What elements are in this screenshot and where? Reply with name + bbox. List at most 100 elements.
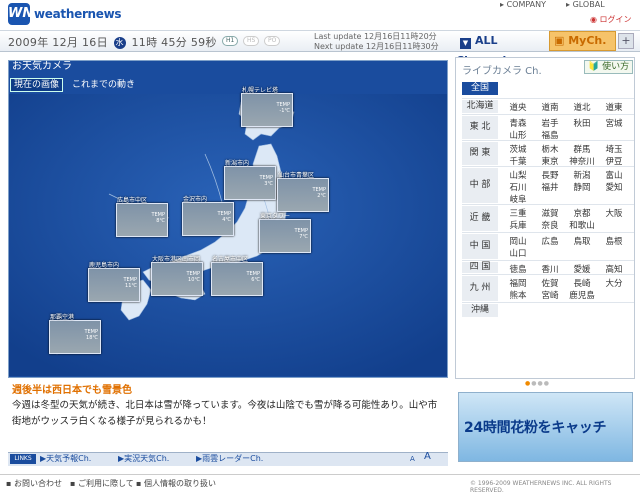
prefecture-link[interactable]: 大阪 xyxy=(600,207,628,219)
camera-temp: TEMP 10℃ xyxy=(186,271,200,283)
po-toggle[interactable]: PO xyxy=(264,36,281,46)
prefecture-link[interactable]: 福岡 xyxy=(504,277,532,289)
camera-thumbnail[interactable]: 新潟市内 TEMP 3℃ xyxy=(224,160,276,200)
prefecture-link[interactable]: 青森 xyxy=(504,117,532,129)
prefecture-link[interactable]: 奈良 xyxy=(536,219,564,231)
region-row: 北海道 道央 道南 道北 道東 xyxy=(462,98,634,113)
prefecture-link[interactable]: 三重 xyxy=(504,207,532,219)
font-large-button[interactable]: A xyxy=(424,451,431,463)
prefecture-link[interactable]: 山梨 xyxy=(504,169,532,181)
howto-button[interactable]: 🔰 使い方 xyxy=(584,60,633,74)
camera-thumbnail[interactable]: 鹿児島市内 TEMP 11℃ xyxy=(88,262,140,302)
camera-label: 広島市中区 xyxy=(117,197,148,204)
weekday-badge: 水 xyxy=(113,37,126,49)
prefecture-link[interactable]: 島根 xyxy=(600,235,628,247)
link-observed[interactable]: ▶実況天気Ch. xyxy=(118,453,169,465)
weathernews-logo[interactable]: WN xyxy=(8,3,33,25)
prefecture-link[interactable]: 道北 xyxy=(568,101,596,113)
prefecture-link[interactable]: 福井 xyxy=(536,181,564,193)
region-name[interactable]: 沖縄 xyxy=(462,304,498,317)
region-name[interactable]: 東 北 xyxy=(462,116,498,139)
prefecture-link[interactable]: 京都 xyxy=(568,207,596,219)
camera-thumbnail[interactable]: 金沢市内 TEMP 4℃ xyxy=(182,196,234,236)
prefecture-link[interactable]: 佐賀 xyxy=(536,277,564,289)
prefecture-link[interactable]: 栃木 xyxy=(536,143,564,155)
ad-text[interactable]: 24時間花粉をキャッチ xyxy=(464,417,606,437)
add-channel-button[interactable]: + xyxy=(618,33,634,49)
prefecture-link[interactable]: 群馬 xyxy=(568,143,596,155)
region-name[interactable]: 四 国 xyxy=(462,262,498,273)
camera-temp: TEMP -1℃ xyxy=(276,102,290,114)
region-name[interactable]: 北海道 xyxy=(462,100,498,113)
h1-toggle[interactable]: H1 xyxy=(222,36,239,46)
region-name[interactable]: 近 畿 xyxy=(462,206,498,231)
camera-thumbnail[interactable]: 札幌テレビ塔 TEMP -1℃ xyxy=(241,87,293,127)
footer-privacy[interactable]: ▪ 個人情報の取り扱い xyxy=(136,478,216,489)
prefecture-link[interactable]: 富山 xyxy=(600,169,628,181)
region-all[interactable]: 全国 xyxy=(462,82,498,95)
camera-temp: TEMP 3℃ xyxy=(259,175,273,187)
mych-button[interactable]: ▣ MyCh. xyxy=(549,31,616,51)
prefecture-link[interactable]: 埼玉 xyxy=(600,143,628,155)
tab-history[interactable]: これまでの動き xyxy=(72,79,135,91)
tab-current-image[interactable]: 現在の画像 xyxy=(10,78,64,92)
login-link[interactable]: ◉ ログイン xyxy=(590,14,632,25)
copyright: © 1996-2009 WEATHERNEWS INC. ALL RIGHTS … xyxy=(470,480,612,494)
footer-terms[interactable]: ▪ ご利用に際して xyxy=(70,478,134,489)
prefecture-link[interactable]: 和歌山 xyxy=(568,219,596,231)
camera-label: 名古屋市中区 xyxy=(212,256,249,263)
region-row: 関 東茨城 栃木 群馬 埼玉 千葉 東京 神奈川 伊豆 xyxy=(462,140,634,167)
prefecture-link[interactable]: 岡山 xyxy=(504,235,532,247)
camera-thumbnail[interactable]: 名古屋市中区 TEMP 6℃ xyxy=(211,256,263,296)
prefecture-link[interactable]: 熊本 xyxy=(504,289,532,301)
prefecture-link[interactable]: 道南 xyxy=(536,101,564,113)
prefecture-link[interactable]: 道央 xyxy=(504,101,532,113)
font-small-button[interactable]: A xyxy=(410,453,415,465)
link-radar[interactable]: ▶雨雲レーダーCh. xyxy=(196,453,263,465)
camera-thumbnail[interactable]: 東京タワー TEMP 7℃ xyxy=(259,213,311,253)
prefecture-link[interactable]: 石川 xyxy=(504,181,532,193)
prefecture-link[interactable]: 宮崎 xyxy=(536,289,564,301)
link-forecast[interactable]: ▶天気予報Ch. xyxy=(40,453,91,465)
prefecture-link[interactable]: 岩手 xyxy=(536,117,564,129)
region-name[interactable]: 中 国 xyxy=(462,234,498,259)
camera-thumbnail[interactable]: 広島市中区 TEMP 8℃ xyxy=(116,197,168,237)
camera-thumbnail[interactable]: 仙台市青葉区 TEMP 2℃ xyxy=(277,172,329,212)
panel-title: お天気カメラ xyxy=(12,61,72,72)
prefecture-link[interactable]: 新潟 xyxy=(568,169,596,181)
prefecture-link[interactable]: 長野 xyxy=(536,169,564,181)
all-channel-button[interactable]: ▼ALL Channel xyxy=(456,31,546,67)
region-name[interactable]: 関 東 xyxy=(462,142,498,165)
prefecture-link[interactable]: 山口 xyxy=(504,247,532,259)
prefecture-link[interactable]: 秋田 xyxy=(568,117,596,129)
hs-toggle[interactable]: HS xyxy=(243,36,260,46)
headline: 週後半は西日本でも雪景色 xyxy=(12,385,132,396)
region-name[interactable]: 中 部 xyxy=(462,168,498,203)
prefecture-link[interactable]: 鳥取 xyxy=(568,235,596,247)
live-camera-title: ライブカメラ Ch. xyxy=(462,66,542,77)
brand-name[interactable]: weathernews xyxy=(34,7,122,21)
camera-thumbnail[interactable]: 大阪市港区南市岡 TEMP 10℃ xyxy=(151,256,203,296)
prefecture-link[interactable]: 滋賀 xyxy=(536,207,564,219)
prefecture-link[interactable]: 静岡 xyxy=(568,181,596,193)
camera-label: 新潟市内 xyxy=(225,160,250,167)
camera-temp: TEMP 4℃ xyxy=(217,211,231,223)
prefecture-link[interactable]: 宮城 xyxy=(600,117,628,129)
prefecture-link[interactable]: 広島 xyxy=(536,235,564,247)
prefecture-link[interactable]: 茨城 xyxy=(504,143,532,155)
region-row: 東 北青森 岩手 秋田 宮城 山形 福島 xyxy=(462,114,634,141)
global-link[interactable]: ▸ GLOBAL xyxy=(566,0,605,9)
current-datetime: 2009年 12月 16日 水 11時 45分 59秒 xyxy=(8,36,217,49)
company-link[interactable]: ▸ COMPANY xyxy=(500,0,546,9)
pager-dots[interactable]: ●●●● xyxy=(525,380,550,387)
region-name[interactable]: 九 州 xyxy=(462,276,498,301)
prefecture-link[interactable]: 道東 xyxy=(600,101,628,113)
prefecture-link[interactable]: 兵庫 xyxy=(504,219,532,231)
prefecture-link[interactable]: 長崎 xyxy=(568,277,596,289)
prefecture-link[interactable]: 鹿児島 xyxy=(568,289,596,301)
camera-thumbnail[interactable]: 那覇空港 TEMP 18℃ xyxy=(49,314,101,354)
prefecture-link[interactable]: 大分 xyxy=(600,277,628,289)
prefecture-link[interactable]: 愛知 xyxy=(600,181,628,193)
footer-contact[interactable]: ▪ お問い合わせ xyxy=(6,478,62,489)
camera-label: 仙台市青葉区 xyxy=(278,172,315,179)
